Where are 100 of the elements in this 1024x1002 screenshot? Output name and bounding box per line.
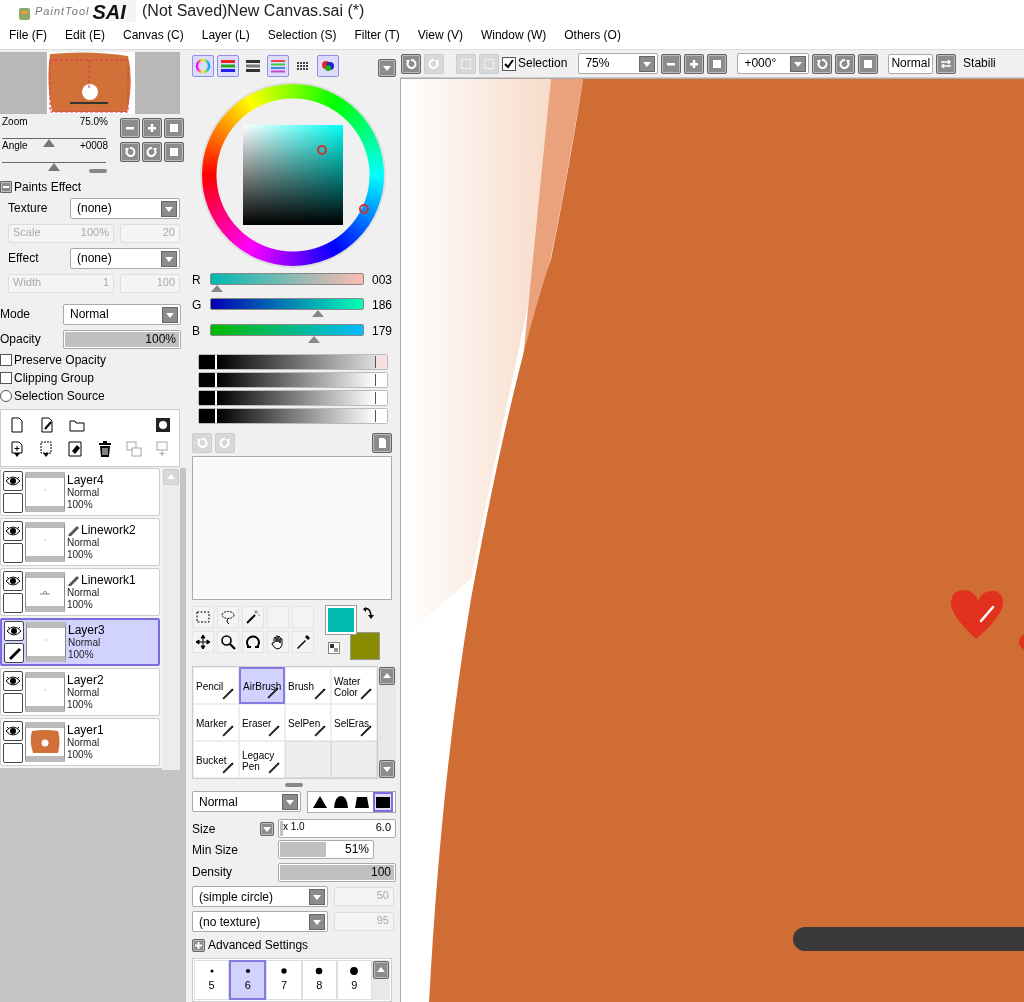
rotate-right-button[interactable]: [835, 53, 856, 74]
brush-lock-toggle[interactable]: [4, 643, 24, 663]
brush-tool[interactable]: Eraser: [239, 704, 285, 741]
panel-grip[interactable]: [89, 169, 107, 173]
checkbox[interactable]: [0, 354, 12, 366]
lock-toggle[interactable]: [3, 543, 23, 563]
rotate-tool[interactable]: [242, 631, 264, 653]
visibility-toggle[interactable]: [3, 721, 23, 741]
layer-row[interactable]: Layer1 Normal 100%: [0, 718, 160, 766]
lock-toggle[interactable]: [3, 593, 23, 613]
brush-tool[interactable]: SelPen: [285, 704, 331, 741]
brush-size-preset[interactable]: 6: [229, 960, 267, 1000]
visibility-toggle[interactable]: [3, 571, 23, 591]
scroll-up-button[interactable]: [379, 667, 395, 685]
hue-marker[interactable]: [359, 203, 369, 214]
menu-item[interactable]: Others (O): [555, 28, 630, 43]
visibility-toggle[interactable]: [3, 471, 23, 491]
selection-tool[interactable]: [192, 606, 214, 628]
undo-button[interactable]: [401, 53, 421, 74]
brush-size-preset[interactable]: 9: [336, 960, 372, 1000]
opacity-slider[interactable]: 100%: [63, 329, 181, 349]
mode-dropdown[interactable]: Normal: [63, 304, 181, 325]
brush-tool[interactable]: Pencil: [193, 667, 239, 704]
layer-row[interactable]: Layer3 Normal 100%: [0, 618, 160, 666]
gradient-slider[interactable]: [198, 354, 388, 371]
brush-size-preset[interactable]: 7: [266, 960, 302, 1000]
color-mode-tab[interactable]: [267, 54, 289, 77]
brush-tool[interactable]: Marker: [193, 704, 239, 741]
slider-marker[interactable]: [375, 410, 377, 423]
slider-thumb[interactable]: [211, 284, 224, 292]
menu-item[interactable]: Filter (T): [345, 28, 409, 43]
effect-dropdown[interactable]: (none): [70, 248, 180, 269]
visibility-toggle[interactable]: [4, 621, 24, 641]
lock-toggle[interactable]: [3, 493, 23, 513]
brush-tool[interactable]: Legacy Pen: [239, 741, 285, 778]
slider-thumb[interactable]: [43, 139, 56, 147]
angle-dropdown[interactable]: +000°: [737, 53, 810, 74]
radio-button[interactable]: [0, 390, 12, 402]
menu-item[interactable]: Selection (S): [258, 28, 346, 43]
color-mode-tab[interactable]: [192, 54, 214, 77]
menu-item[interactable]: Edit (E): [56, 28, 114, 43]
menu-item[interactable]: Window (W): [471, 28, 556, 43]
brush-shape-dropdown[interactable]: (simple circle): [192, 886, 328, 908]
rotate-left-button[interactable]: [812, 53, 833, 74]
gradient-slider[interactable]: [198, 390, 388, 407]
channel-slider[interactable]: [210, 324, 364, 345]
hand-tool[interactable]: [267, 631, 289, 653]
texture-dropdown[interactable]: (none): [70, 198, 180, 219]
zoom-reset-button[interactable]: [707, 53, 728, 74]
menu-item[interactable]: Layer (L): [192, 28, 259, 43]
rotate-left-button[interactable]: [120, 142, 140, 162]
menu-item[interactable]: File (F): [0, 28, 56, 43]
color-mode-tab[interactable]: [317, 54, 339, 77]
brush-tool[interactable]: Water Color: [331, 667, 377, 704]
zoom-dropdown[interactable]: 75%: [578, 53, 659, 74]
lock-toggle[interactable]: [3, 743, 23, 763]
brush-texture-dropdown[interactable]: (no texture): [192, 911, 328, 933]
expand-toggle[interactable]: [192, 938, 205, 952]
brush-tool[interactable]: Brush: [285, 667, 331, 704]
brush-tool[interactable]: AirBrush: [239, 667, 285, 704]
scrollbar[interactable]: [378, 666, 396, 779]
channel-slider[interactable]: [210, 298, 364, 319]
scroll-up-button[interactable]: [373, 961, 389, 979]
layer-row[interactable]: Layer2 Normal 100%: [0, 668, 160, 716]
size-menu-button[interactable]: [260, 821, 274, 836]
rotate-reset-button[interactable]: [858, 53, 879, 74]
slider-marker[interactable]: [375, 392, 377, 405]
zoom-tool[interactable]: [217, 631, 239, 653]
color-marker[interactable]: [317, 144, 327, 155]
panel-menu-button[interactable]: [378, 58, 396, 77]
brush-size-preset[interactable]: 5: [194, 960, 230, 1000]
blend-mode-button[interactable]: Normal: [888, 53, 934, 74]
saturation-value-square[interactable]: [243, 124, 343, 225]
channel-slider[interactable]: [210, 272, 364, 293]
slider-thumb[interactable]: [308, 336, 320, 344]
panel-grip[interactable]: [285, 782, 303, 787]
layer-row[interactable]: Linework1 Normal 100%: [0, 568, 160, 616]
brush-shape-group[interactable]: [307, 790, 396, 813]
checkbox[interactable]: [502, 56, 516, 71]
slider-thumb[interactable]: [48, 163, 60, 171]
flip-button[interactable]: [936, 53, 957, 74]
slider-thumb[interactable]: [312, 310, 325, 318]
zoom-in-button[interactable]: [684, 53, 705, 74]
size-slider[interactable]: x 1.0 6.0: [278, 819, 396, 839]
slider-marker[interactable]: [375, 356, 377, 369]
lock-toggle[interactable]: [3, 693, 23, 713]
brush-size-preset[interactable]: 8: [301, 960, 337, 1000]
collapse-toggle[interactable]: [0, 181, 12, 193]
menu-item[interactable]: View (V): [408, 28, 472, 43]
zoom-out-button[interactable]: [120, 118, 140, 138]
zoom-in-button[interactable]: [142, 118, 162, 138]
background-color-swatch[interactable]: [350, 632, 380, 660]
rotate-right-button[interactable]: [142, 142, 162, 162]
lasso-tool[interactable]: [217, 606, 239, 628]
color-mode-tab[interactable]: [217, 54, 239, 77]
checkbox[interactable]: [0, 372, 12, 384]
rotate-reset-button[interactable]: [164, 142, 184, 162]
scrollbar[interactable]: [372, 960, 390, 1000]
scratch-pad-button[interactable]: [372, 433, 392, 453]
foreground-color-swatch[interactable]: [326, 606, 356, 634]
